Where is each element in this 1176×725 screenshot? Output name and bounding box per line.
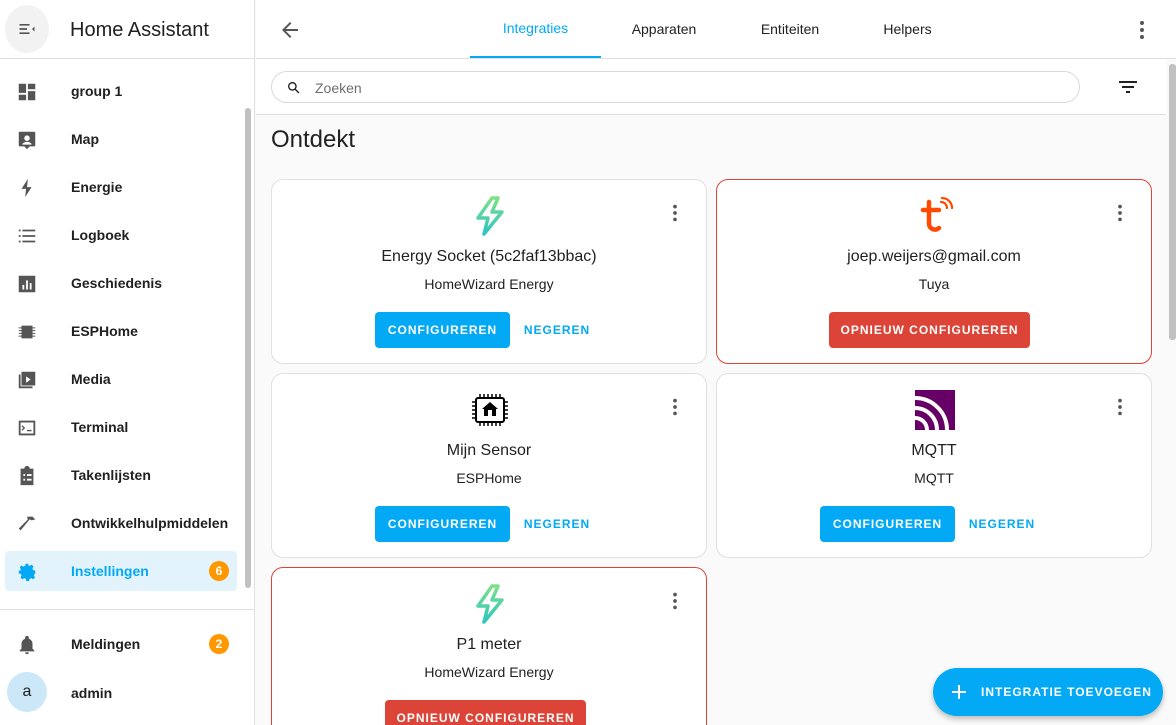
tab-helpers[interactable]: Helpers — [853, 0, 962, 58]
avatar[interactable]: a — [7, 672, 47, 712]
notifications-badge: 2 — [209, 634, 229, 654]
sidebar-item-label: Takenlijsten — [71, 467, 151, 483]
reconfigure-button[interactable]: OPNIEUW CONFIGUREREN — [829, 312, 1030, 348]
add-integration-button[interactable]: INTEGRATIE TOEVOEGEN — [933, 668, 1163, 716]
terminal-icon — [18, 420, 36, 436]
plus-icon — [952, 685, 966, 699]
gear-icon — [18, 563, 36, 581]
top-bar: Integraties Apparaten Entiteiten Helpers — [256, 0, 1176, 59]
main-scrollbar[interactable] — [1169, 64, 1176, 340]
configure-button[interactable]: CONFIGUREREN — [375, 506, 510, 542]
sidebar-item-label: Media — [71, 371, 111, 387]
card-title: P1 meter — [456, 636, 522, 653]
sidebar-item-geschiedenis[interactable]: Geschiedenis — [5, 263, 237, 303]
map-icon — [18, 131, 36, 150]
sidebar-item-label: Instellingen — [71, 563, 149, 579]
chart-icon — [18, 275, 36, 293]
menu-toggle-button[interactable] — [5, 5, 49, 53]
esphome-logo-icon — [472, 394, 508, 426]
filter-icon[interactable] — [1116, 75, 1140, 99]
back-arrow-icon[interactable] — [278, 18, 302, 42]
search-bar — [256, 59, 1166, 115]
card-title: Energy Socket (5c2faf13bbac) — [381, 248, 597, 265]
homewizard-logo-icon — [476, 584, 504, 624]
sidebar-item-label: ESPHome — [71, 323, 138, 339]
list-icon — [18, 229, 36, 243]
sidebar-item-label: Logboek — [71, 227, 130, 243]
configure-button[interactable]: CONFIGUREREN — [375, 312, 510, 348]
sidebar-item-group-1[interactable]: group 1 — [5, 71, 237, 111]
tab-entiteiten[interactable]: Entiteiten — [727, 0, 853, 58]
more-vert-icon[interactable] — [664, 590, 686, 612]
media-icon — [18, 371, 36, 389]
configure-button[interactable]: CONFIGUREREN — [820, 506, 955, 542]
more-vert-icon[interactable] — [664, 202, 686, 224]
tuya-logo-icon — [920, 196, 954, 232]
more-vert-icon[interactable] — [1109, 202, 1131, 224]
more-vert-icon[interactable] — [664, 396, 686, 418]
tab-integraties[interactable]: Integraties — [470, 0, 601, 58]
sidebar-scrollbar[interactable] — [245, 108, 251, 588]
card-title: Mijn Sensor — [446, 442, 532, 459]
sidebar-item-label: Energie — [71, 179, 123, 195]
sidebar-item-meldingen[interactable]: Meldingen 2 — [5, 624, 237, 664]
menu-collapse-icon — [19, 24, 35, 34]
ignore-button[interactable]: NEGEREN — [516, 506, 598, 542]
card-title: MQTT — [911, 442, 957, 459]
sidebar-item-energie[interactable]: Energie — [5, 167, 237, 207]
sidebar-item-instellingen[interactable]: Instellingen 6 — [5, 551, 237, 591]
discovered-card: P1 meter HomeWizard Energy OPNIEUW CONFI… — [271, 567, 707, 725]
card-title: joep.weijers@gmail.com — [847, 248, 1021, 265]
settings-badge: 6 — [209, 561, 229, 581]
app-title: Home Assistant — [70, 19, 209, 41]
sidebar-item-esphome[interactable]: ESPHome — [5, 311, 237, 351]
reconfigure-button[interactable]: OPNIEUW CONFIGUREREN — [385, 700, 586, 725]
search-box[interactable] — [271, 71, 1080, 103]
hammer-icon — [18, 516, 36, 531]
sidebar-item-terminal[interactable]: Terminal — [5, 407, 237, 447]
sidebar-item-map[interactable]: Map — [5, 119, 237, 159]
discovered-card: Mijn Sensor ESPHome CONFIGUREREN NEGEREN — [271, 373, 707, 558]
ignore-button[interactable]: NEGEREN — [516, 312, 598, 348]
more-vert-icon[interactable] — [1109, 396, 1131, 418]
bell-icon — [19, 635, 35, 655]
add-integration-label: INTEGRATIE TOEVOEGEN — [981, 685, 1152, 699]
dashboard-icon — [18, 83, 36, 101]
ignore-button[interactable]: NEGEREN — [961, 506, 1043, 542]
card-subtitle: ESPHome — [456, 470, 522, 486]
clipboard-icon — [20, 465, 34, 486]
sidebar-item-label: Ontwikkelhulpmiddelen — [71, 515, 229, 531]
search-icon — [288, 82, 300, 94]
section-title: Ontdekt — [271, 126, 356, 153]
card-subtitle: MQTT — [914, 470, 954, 486]
sidebar-item-label: group 1 — [71, 83, 123, 99]
tab-apparaten[interactable]: Apparaten — [601, 0, 727, 58]
sidebar-item-media[interactable]: Media — [5, 359, 237, 399]
sidebar-item-takenlijsten[interactable]: Takenlijsten — [5, 455, 237, 495]
card-subtitle: Tuya — [918, 276, 950, 292]
discovered-card: joep.weijers@gmail.com Tuya OPNIEUW CONF… — [716, 179, 1152, 364]
discovered-card: MQTT MQTT CONFIGUREREN NEGEREN — [716, 373, 1152, 558]
sidebar-item-label: Map — [71, 131, 99, 147]
card-subtitle: HomeWizard Energy — [424, 276, 554, 292]
sidebar-item-logboek[interactable]: Logboek — [5, 215, 237, 255]
user-name[interactable]: admin — [71, 685, 112, 701]
lightning-icon — [21, 178, 32, 198]
homewizard-logo-icon — [476, 196, 504, 236]
search-input[interactable] — [315, 77, 1055, 99]
card-subtitle: HomeWizard Energy — [424, 664, 554, 680]
sidebar-item-label: Meldingen — [71, 636, 141, 652]
sidebar-item-label: Terminal — [71, 419, 129, 435]
sidebar: Home Assistant group 1 Map Energie Logbo… — [0, 0, 255, 725]
sidebar-divider — [0, 609, 255, 610]
sidebar-item-ontwikkelhulpmiddelen[interactable]: Ontwikkelhulpmiddelen — [5, 503, 237, 543]
more-vert-icon[interactable] — [1130, 18, 1154, 42]
mqtt-logo-icon — [915, 390, 955, 430]
chip-icon — [18, 325, 36, 339]
discovered-card: Energy Socket (5c2faf13bbac) HomeWizard … — [271, 179, 707, 364]
sidebar-item-label: Geschiedenis — [71, 275, 163, 291]
sidebar-header: Home Assistant — [0, 0, 254, 59]
